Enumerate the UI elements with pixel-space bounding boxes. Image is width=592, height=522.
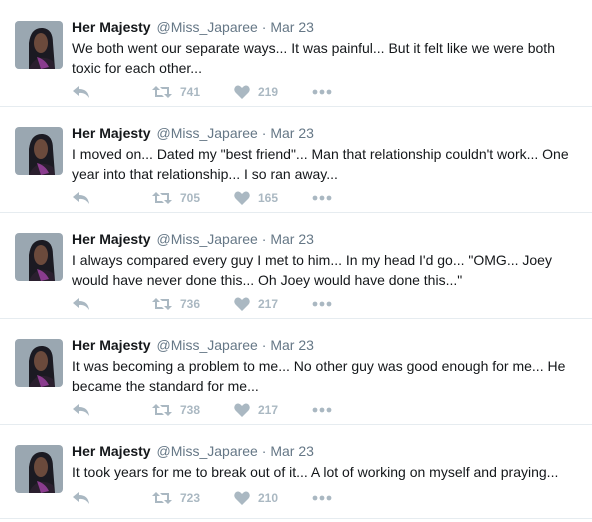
retweet-count: 705 (180, 191, 201, 205)
like-count: 217 (258, 297, 279, 311)
avatar[interactable] (15, 445, 63, 493)
like-count: 219 (258, 85, 279, 99)
reply-button[interactable] (72, 400, 90, 420)
tweet-date[interactable]: Mar 23 (270, 337, 314, 353)
more-button[interactable] (312, 294, 332, 314)
separator: · (261, 443, 267, 459)
reply-icon (73, 404, 89, 416)
user-name[interactable]: Her Majesty (72, 231, 151, 247)
timeline: Her Majesty @Miss_Japaree · Mar 23 We bo… (0, 0, 592, 522)
tweet-date[interactable]: Mar 23 (270, 125, 314, 141)
user-name[interactable]: Her Majesty (72, 337, 151, 353)
more-icon (312, 195, 332, 201)
retweet-button[interactable]: 738 (152, 400, 200, 420)
reply-button[interactable] (72, 488, 90, 508)
retweet-icon (152, 492, 172, 504)
reply-button[interactable] (72, 82, 90, 102)
like-count: 217 (258, 403, 279, 417)
tweet-text: I always compared every guy I met to him… (72, 252, 552, 288)
more-icon (312, 89, 332, 95)
heart-icon (234, 297, 250, 311)
tweet-header: Her Majesty @Miss_Japaree · Mar 23 (72, 230, 314, 248)
user-handle[interactable]: @Miss_Japaree (156, 443, 257, 459)
tweet-header: Her Majesty @Miss_Japaree · Mar 23 (72, 336, 314, 354)
reply-button[interactable] (72, 188, 90, 208)
tweet-text: We both went our separate ways... It was… (72, 40, 555, 76)
retweet-count: 736 (180, 297, 201, 311)
tweet-date[interactable]: Mar 23 (270, 19, 314, 35)
tweet-header: Her Majesty @Miss_Japaree · Mar 23 (72, 124, 314, 142)
more-icon (312, 301, 332, 307)
tweet-date[interactable]: Mar 23 (270, 443, 314, 459)
like-count: 210 (258, 491, 279, 505)
retweet-icon (152, 404, 172, 416)
retweet-button[interactable]: 736 (152, 294, 200, 314)
tweet[interactable]: Her Majesty @Miss_Japaree · Mar 23 I alw… (0, 221, 592, 319)
user-name[interactable]: Her Majesty (72, 19, 151, 35)
avatar[interactable] (15, 339, 63, 387)
tweet-text: It took years for me to break out of it.… (72, 464, 559, 480)
heart-icon (234, 403, 250, 417)
heart-icon (234, 85, 250, 99)
retweet-button[interactable]: 741 (152, 82, 200, 102)
reply-button[interactable] (72, 294, 90, 314)
retweet-button[interactable]: 705 (152, 188, 200, 208)
separator: · (261, 231, 267, 247)
reply-icon (73, 492, 89, 504)
user-handle[interactable]: @Miss_Japaree (156, 337, 257, 353)
reply-icon (73, 86, 89, 98)
retweet-icon (152, 86, 172, 98)
like-button[interactable]: 210 (234, 488, 278, 508)
separator: · (261, 19, 267, 35)
more-icon (312, 495, 332, 501)
retweet-count: 723 (180, 491, 201, 505)
tweet[interactable]: Her Majesty @Miss_Japaree · Mar 23 It to… (0, 433, 592, 519)
retweet-icon (152, 192, 172, 204)
user-name[interactable]: Her Majesty (72, 125, 151, 141)
heart-icon (234, 491, 250, 505)
like-button[interactable]: 165 (234, 188, 278, 208)
user-handle[interactable]: @Miss_Japaree (156, 19, 257, 35)
like-button[interactable]: 217 (234, 294, 278, 314)
separator: · (261, 125, 267, 141)
retweet-button[interactable]: 723 (152, 488, 200, 508)
tweet[interactable]: Her Majesty @Miss_Japaree · Mar 23 It wa… (0, 327, 592, 425)
more-icon (312, 407, 332, 413)
tweet-text: It was becoming a problem to me... No ot… (72, 358, 566, 394)
separator: · (261, 337, 267, 353)
avatar[interactable] (15, 233, 63, 281)
like-count: 165 (258, 191, 279, 205)
reply-icon (73, 298, 89, 310)
like-button[interactable]: 217 (234, 400, 278, 420)
tweet-text: I moved on... Dated my "best friend"... … (72, 146, 569, 182)
retweet-count: 738 (180, 403, 201, 417)
retweet-count: 741 (180, 85, 201, 99)
avatar[interactable] (15, 21, 63, 69)
tweet-header: Her Majesty @Miss_Japaree · Mar 23 (72, 18, 314, 36)
heart-icon (234, 191, 250, 205)
retweet-icon (152, 298, 172, 310)
tweet[interactable]: Her Majesty @Miss_Japaree · Mar 23 I mov… (0, 115, 592, 213)
like-button[interactable]: 219 (234, 82, 278, 102)
user-handle[interactable]: @Miss_Japaree (156, 125, 257, 141)
more-button[interactable] (312, 188, 332, 208)
more-button[interactable] (312, 82, 332, 102)
tweet-date[interactable]: Mar 23 (270, 231, 314, 247)
tweet-header: Her Majesty @Miss_Japaree · Mar 23 (72, 442, 314, 460)
reply-icon (73, 192, 89, 204)
user-handle[interactable]: @Miss_Japaree (156, 231, 257, 247)
more-button[interactable] (312, 400, 332, 420)
avatar[interactable] (15, 127, 63, 175)
tweet[interactable]: Her Majesty @Miss_Japaree · Mar 23 We bo… (0, 9, 592, 107)
user-name[interactable]: Her Majesty (72, 443, 151, 459)
more-button[interactable] (312, 488, 332, 508)
